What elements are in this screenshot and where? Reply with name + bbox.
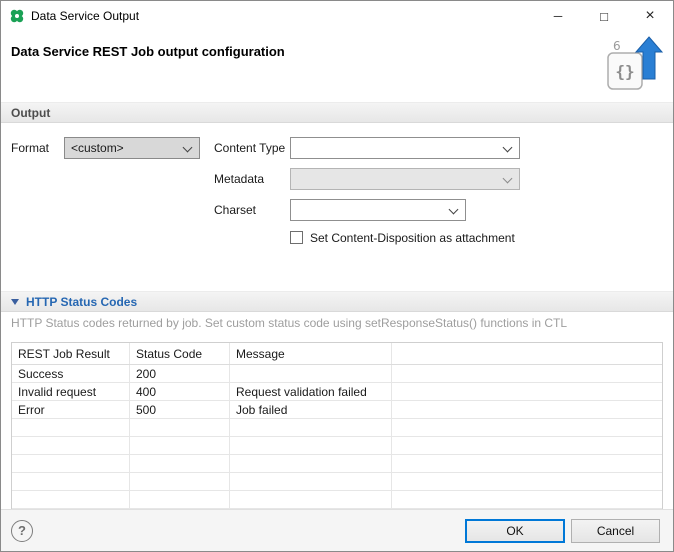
close-button[interactable]: ×: [627, 1, 673, 31]
charset-select[interactable]: [290, 199, 466, 221]
dialog-window: Data Service Output ─ □ × Data Service R…: [0, 0, 674, 552]
http-status-description: HTTP Status codes returned by job. Set c…: [11, 316, 663, 331]
ok-button[interactable]: OK: [465, 519, 565, 543]
table-cell: [230, 455, 392, 472]
table-row[interactable]: [12, 473, 662, 491]
table-cell: 200: [130, 365, 230, 382]
dialog-heading: Data Service REST Job output configurati…: [11, 44, 285, 59]
table-row[interactable]: Error500Job failed: [12, 401, 662, 419]
charset-label: Charset: [214, 203, 256, 217]
table-cell: [392, 383, 662, 400]
table-cell: [130, 437, 230, 454]
table-cell: [130, 491, 230, 508]
minimize-icon: ─: [554, 9, 563, 23]
table-row[interactable]: [12, 419, 662, 437]
column-header-message: Message: [230, 343, 392, 364]
table-cell: Invalid request: [12, 383, 130, 400]
table-row[interactable]: Invalid request400Request validation fai…: [12, 383, 662, 401]
table-cell: [12, 419, 130, 436]
clover-app-icon: [9, 8, 25, 24]
table-row[interactable]: [12, 491, 662, 509]
help-icon: ?: [18, 523, 26, 538]
window-controls: ─ □ ×: [535, 1, 673, 31]
format-value: <custom>: [71, 141, 124, 155]
table-cell: [392, 437, 662, 454]
minimize-button[interactable]: ─: [535, 1, 581, 31]
table-cell: [392, 455, 662, 472]
chevron-down-icon: [183, 143, 193, 153]
table-row[interactable]: [12, 455, 662, 473]
maximize-button[interactable]: □: [581, 1, 627, 31]
table-cell: [130, 455, 230, 472]
content-disposition-label: Set Content-Disposition as attachment: [310, 231, 515, 245]
collapse-arrow-icon: [11, 299, 19, 305]
http-status-section-title: HTTP Status Codes: [26, 295, 137, 309]
table-cell: [230, 365, 392, 382]
content-type-select[interactable]: [290, 137, 520, 159]
table-cell: [392, 491, 662, 508]
table-cell: [230, 437, 392, 454]
cancel-button[interactable]: Cancel: [571, 519, 660, 543]
table-cell: Error: [12, 401, 130, 418]
table-cell: 500: [130, 401, 230, 418]
help-button[interactable]: ?: [11, 520, 33, 542]
chevron-down-icon: [503, 174, 513, 184]
table-cell: [130, 473, 230, 490]
table-cell: [12, 473, 130, 490]
dialog-header: Data Service REST Job output configurati…: [1, 31, 673, 102]
table-cell: Request validation failed: [230, 383, 392, 400]
column-header-rest-job-result: REST Job Result: [12, 343, 130, 364]
table-cell: Success: [12, 365, 130, 382]
table-cell: [12, 491, 130, 508]
data-service-icon: 6 {}: [605, 35, 663, 95]
output-section-title: Output: [11, 106, 50, 120]
table-cell: [230, 491, 392, 508]
table-cell: [230, 473, 392, 490]
http-status-section-header[interactable]: HTTP Status Codes: [1, 291, 673, 312]
svg-text:6: 6: [613, 39, 621, 53]
table-cell: [392, 419, 662, 436]
table-header-row: REST Job Result Status Code Message: [12, 343, 662, 365]
titlebar: Data Service Output ─ □ ×: [1, 1, 673, 31]
table-cell: [230, 419, 392, 436]
close-icon: ×: [645, 7, 654, 25]
chevron-down-icon: [503, 143, 513, 153]
table-cell: [12, 455, 130, 472]
maximize-icon: □: [600, 9, 608, 24]
format-select[interactable]: <custom>: [64, 137, 200, 159]
status-table-body: Success200Invalid request400Request vali…: [12, 365, 662, 509]
svg-text:{}: {}: [615, 62, 634, 81]
table-row[interactable]: [12, 437, 662, 455]
table-cell: Job failed: [230, 401, 392, 418]
table-cell: [392, 365, 662, 382]
table-cell: [130, 419, 230, 436]
table-row[interactable]: Success200: [12, 365, 662, 383]
output-form: Format <custom> Content Type Metadata Ch…: [1, 123, 673, 291]
footer-bar: ? OK Cancel: [1, 509, 673, 551]
table-cell: [12, 437, 130, 454]
content-disposition-checkbox[interactable]: [290, 231, 303, 244]
content-type-label: Content Type: [214, 141, 285, 155]
table-cell: [392, 401, 662, 418]
footer-buttons: OK Cancel: [465, 519, 660, 543]
window-title: Data Service Output: [31, 9, 139, 23]
table-cell: [392, 473, 662, 490]
output-section-header: Output: [1, 102, 673, 123]
metadata-label: Metadata: [214, 172, 264, 186]
chevron-down-icon: [449, 205, 459, 215]
status-table: REST Job Result Status Code Message Succ…: [11, 342, 663, 510]
column-header-filler: [392, 343, 662, 364]
table-cell: 400: [130, 383, 230, 400]
format-label: Format: [11, 141, 49, 155]
metadata-select[interactable]: [290, 168, 520, 190]
column-header-status-code: Status Code: [130, 343, 230, 364]
